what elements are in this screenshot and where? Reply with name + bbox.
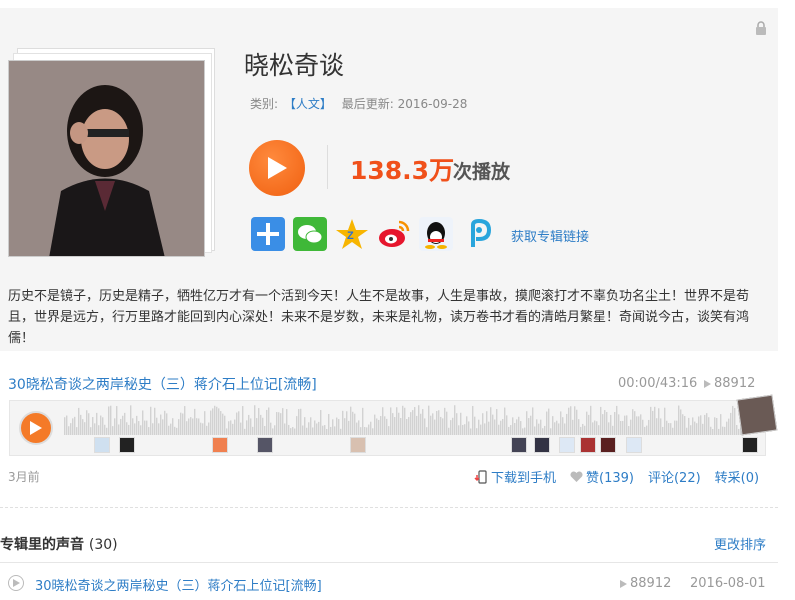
track-thumbnail <box>736 394 778 436</box>
audio-player <box>9 394 778 456</box>
like-label: 赞(139) <box>586 471 634 486</box>
repost-button[interactable]: 转采(0) <box>715 467 759 486</box>
play-count-icon <box>704 379 711 388</box>
track-row[interactable]: 30晓松奇谈之两岸秘史（三）蒋介石上位记[流畅] 88912 2016-08-0… <box>0 570 778 598</box>
track-play-count: 88912 <box>704 376 755 391</box>
track-row-plays-value: 88912 <box>630 576 672 591</box>
updated-label: 最后更新: <box>341 97 394 111</box>
comment-avatar[interactable] <box>511 437 527 453</box>
track-actions: 下载到手机 赞(139) 评论(22) 转采(0) <box>474 467 759 486</box>
comment-avatar[interactable] <box>626 437 642 453</box>
track-ago: 3月前 <box>8 470 40 484</box>
weibo-icon[interactable] <box>376 216 412 252</box>
track-row-plays: 88912 <box>620 576 671 591</box>
track-row-title[interactable]: 30晓松奇谈之两岸秘史（三）蒋介石上位记[流畅] <box>35 575 322 594</box>
add-share-icon[interactable] <box>250 216 286 252</box>
track-row-play-button[interactable] <box>8 575 24 591</box>
download-label: 下载到手机 <box>491 471 557 486</box>
comment-label: 评论(22) <box>647 471 701 486</box>
track-play-button[interactable] <box>19 411 53 445</box>
album-meta: 类别: 【人文】 最后更新: 2016-09-28 <box>250 95 467 112</box>
comment-avatars <box>64 435 764 455</box>
wechat-icon[interactable] <box>292 216 328 252</box>
play-icon <box>30 421 42 435</box>
comment-avatar[interactable] <box>559 437 575 453</box>
track-row-date: 2016-08-01 <box>690 576 766 591</box>
play-count: 138.3万 <box>350 156 455 185</box>
comment-avatar[interactable] <box>212 437 228 453</box>
download-button[interactable]: 下载到手机 <box>474 467 556 486</box>
get-album-link[interactable]: 获取专辑链接 <box>511 226 589 245</box>
change-sort-button[interactable]: 更改排序 <box>714 534 766 553</box>
track-count: (30) <box>88 537 118 553</box>
comment-avatar[interactable] <box>119 437 135 453</box>
like-button[interactable]: 赞(139) <box>570 467 634 486</box>
play-icon <box>268 157 287 179</box>
play-count-icon <box>620 579 627 588</box>
play-icon <box>13 579 20 587</box>
category-link[interactable]: 【人文】 <box>284 97 332 111</box>
album-title: 晓松奇谈 <box>244 51 345 80</box>
divider <box>327 145 328 189</box>
waveform[interactable] <box>64 401 744 435</box>
divider <box>0 562 778 563</box>
share-bar: Z <box>250 216 496 252</box>
comment-avatar[interactable] <box>350 437 366 453</box>
comment-avatar[interactable] <box>534 437 550 453</box>
album-play-button[interactable] <box>249 140 305 196</box>
comment-avatar[interactable] <box>742 437 758 453</box>
track-plays-value: 88912 <box>714 376 756 391</box>
current-track-title[interactable]: 30晓松奇谈之两岸秘史（三）蒋介石上位记[流畅] <box>8 374 317 394</box>
svg-text:Z: Z <box>347 230 354 242</box>
category-label: 类别: <box>250 97 279 111</box>
qq-icon[interactable] <box>418 216 454 252</box>
pengyou-icon[interactable] <box>460 216 496 252</box>
comment-avatar[interactable] <box>580 437 596 453</box>
divider <box>0 507 778 508</box>
comment-avatar[interactable] <box>94 437 110 453</box>
comment-avatar[interactable] <box>257 437 273 453</box>
tracks-section-title: 专辑里的声音 (30) <box>0 534 118 554</box>
play-count-label: 次播放 <box>453 161 511 183</box>
comment-avatar[interactable] <box>600 437 616 453</box>
lock-icon <box>756 21 766 35</box>
album-description: 历史不是镜子，历史是精子，牺牲亿万才有一个活到今天！人生不是故事，人生是事故，摸… <box>8 289 750 346</box>
repost-label: 转采(0) <box>714 471 760 486</box>
track-time: 00:00/43:16 <box>618 376 698 391</box>
updated-date: 2016-09-28 <box>397 97 468 111</box>
section-title-text: 专辑里的声音 <box>0 537 84 553</box>
qzone-icon[interactable]: Z <box>334 216 370 252</box>
comment-button[interactable]: 评论(22) <box>648 467 701 486</box>
phone-download-icon <box>474 469 487 484</box>
heart-icon <box>570 470 583 482</box>
album-cover-image[interactable] <box>8 60 205 257</box>
